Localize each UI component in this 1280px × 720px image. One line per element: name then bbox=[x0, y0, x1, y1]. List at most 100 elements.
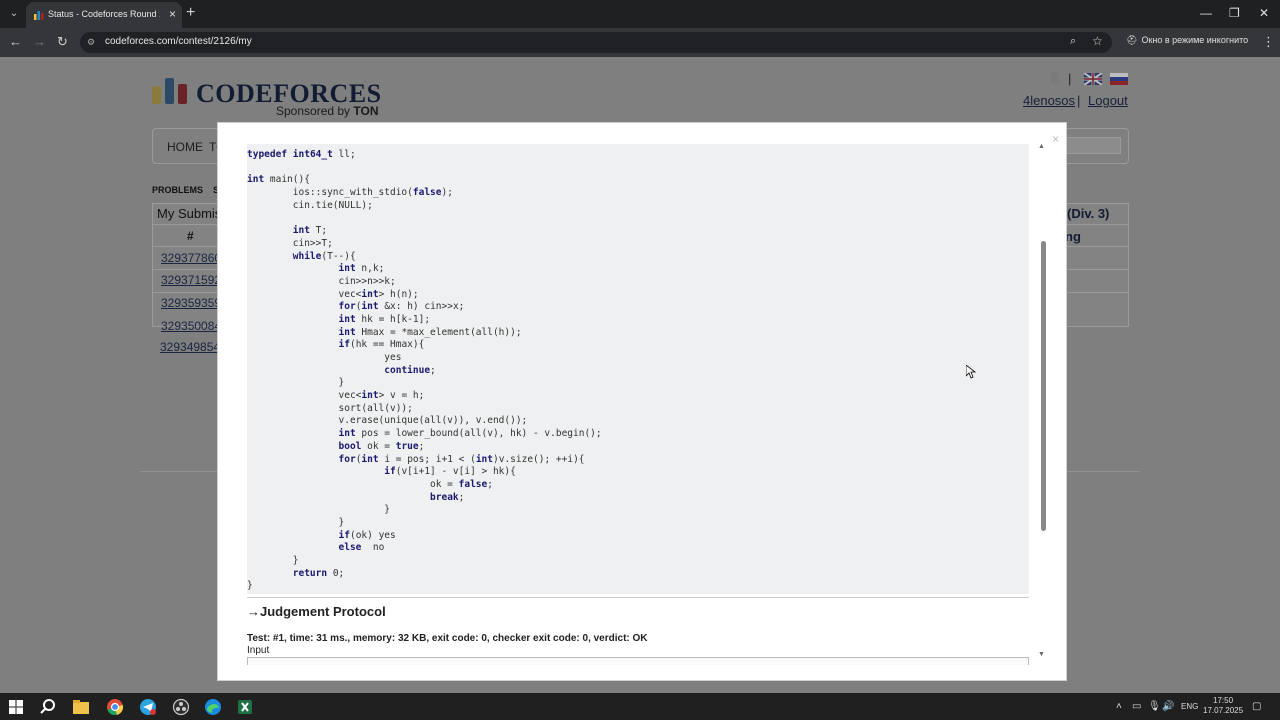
submission-id-link[interactable]: 329359359 bbox=[161, 296, 221, 310]
code-line: for(int &x: h) cin>>x; bbox=[247, 301, 602, 314]
url-text[interactable]: codeforces.com/contest/2126/my bbox=[105, 36, 252, 47]
code-line: } bbox=[247, 555, 602, 568]
menu-home[interactable]: HOME bbox=[167, 140, 203, 154]
code-token: ; bbox=[458, 491, 465, 503]
submission-id-link[interactable]: 329371592 bbox=[161, 273, 221, 287]
username-link[interactable]: 4lenosos bbox=[1023, 93, 1075, 108]
clock-date: 17.07.2025 bbox=[1203, 706, 1244, 715]
notifications-icon[interactable]: ▢ bbox=[1252, 701, 1261, 712]
forward-arrow-icon[interactable]: → bbox=[33, 34, 46, 49]
russian-flag-icon[interactable] bbox=[1110, 73, 1128, 85]
submission-id-link[interactable]: 329350084 bbox=[161, 319, 221, 333]
tab-title: Status - Codeforces Round 103 bbox=[48, 9, 160, 19]
address-bar[interactable]: ⚙ codeforces.com/contest/2126/my ⌕ ☆ bbox=[80, 32, 1112, 53]
code-line: continue; bbox=[247, 365, 602, 378]
code-token: yes bbox=[247, 352, 402, 363]
zoom-magnifier-icon[interactable]: ⌕ bbox=[1070, 35, 1076, 48]
judgement-protocol-toggle[interactable]: →Judgement Protocol bbox=[247, 604, 386, 619]
code-line: int Hmax = *max_element(all(h)); bbox=[247, 327, 602, 340]
excel-icon[interactable] bbox=[235, 697, 255, 717]
incognito-indicator[interactable]: ⛑ Окно в режиме инкогнито bbox=[1126, 35, 1248, 46]
tray-chevron-icon[interactable]: ˄ bbox=[1116, 701, 1122, 712]
code-line: else no bbox=[247, 542, 602, 555]
browser-tab-active[interactable]: Status - Codeforces Round 103 × bbox=[26, 2, 182, 28]
code-token: int bbox=[361, 390, 379, 402]
tray-app-icon[interactable]: ▭ bbox=[1132, 701, 1141, 712]
code-line: int n,k; bbox=[247, 263, 602, 276]
code-token: int bbox=[338, 326, 356, 338]
input-label: Input bbox=[247, 645, 270, 656]
submission-id-link[interactable]: 329349854 bbox=[160, 340, 220, 354]
telegram-icon[interactable] bbox=[138, 697, 158, 717]
code-token: } bbox=[247, 580, 253, 592]
search-icon[interactable] bbox=[38, 697, 58, 717]
windows-start-icon[interactable] bbox=[6, 697, 26, 717]
code-line: if(hk == Hmax){ bbox=[247, 339, 602, 352]
speaker-icon[interactable]: 🔊 bbox=[1162, 701, 1174, 712]
site-info-icon[interactable]: ⚙ bbox=[87, 37, 95, 48]
code-token: int64_t bbox=[292, 149, 333, 160]
code-token: } bbox=[247, 555, 299, 566]
english-flag-icon[interactable] bbox=[1084, 73, 1102, 85]
tab-close-icon[interactable]: × bbox=[169, 7, 176, 21]
window-close-icon[interactable]: ✕ bbox=[1259, 6, 1269, 20]
submission-id-link[interactable]: 329377860 bbox=[161, 251, 221, 265]
browser-menu-icon[interactable]: ⋮ bbox=[1262, 34, 1275, 50]
submission-source-modal: × typedef int64_t ll; int main(){ ios::s… bbox=[217, 122, 1067, 681]
modal-close-icon[interactable]: × bbox=[1052, 132, 1059, 146]
code-token: } bbox=[247, 516, 345, 528]
submissions-title: My Submis bbox=[157, 206, 222, 221]
scroll-up-arrow-icon[interactable]: ▲ bbox=[1038, 143, 1045, 150]
code-token: for bbox=[338, 301, 356, 313]
code-line: for(int i = pos; i+1 < (int)v.size(); ++… bbox=[247, 454, 602, 467]
bell-icon[interactable] bbox=[1048, 71, 1062, 87]
code-line: cin>>T; bbox=[247, 238, 602, 251]
edge-icon[interactable] bbox=[203, 697, 223, 717]
chrome-icon[interactable] bbox=[105, 697, 125, 717]
windows-taskbar: ˄ ▭ 🎙 🔊 ENG 17:50 17.07.2025 ▢ bbox=[0, 693, 1280, 720]
scroll-down-arrow-icon[interactable]: ▼ bbox=[1038, 651, 1045, 658]
code-token: int bbox=[361, 301, 379, 313]
code-token: true bbox=[395, 440, 419, 452]
code-token: } bbox=[247, 504, 390, 516]
code-token: &x: h) cin>>x; bbox=[378, 301, 465, 313]
code-line: vec<int> v = h; bbox=[247, 390, 602, 403]
menu-search-input[interactable] bbox=[1065, 137, 1121, 154]
tab-search-chevron-icon[interactable]: ⌄ bbox=[4, 4, 24, 24]
reload-icon[interactable]: ↻ bbox=[57, 34, 68, 50]
code-token: > h(n); bbox=[378, 288, 419, 300]
code-token: ; bbox=[430, 364, 436, 376]
bookmark-star-icon[interactable]: ☆ bbox=[1092, 34, 1103, 48]
incognito-label: Окно в режиме инкогнито bbox=[1141, 35, 1249, 45]
minimize-icon[interactable]: — bbox=[1200, 6, 1212, 20]
microphone-icon[interactable]: 🎙 bbox=[1148, 701, 1161, 712]
clock[interactable]: 17:50 17.07.2025 bbox=[1203, 696, 1243, 716]
language-indicator[interactable]: ENG bbox=[1181, 702, 1198, 711]
file-explorer-icon[interactable] bbox=[71, 697, 91, 717]
code-line: while(T--){ bbox=[247, 251, 602, 264]
code-token: (hk == Hmax){ bbox=[349, 339, 425, 351]
modal-scrollbar-thumb[interactable] bbox=[1041, 241, 1046, 531]
restore-icon[interactable]: ❐ bbox=[1229, 6, 1240, 20]
code-line: int main(){ bbox=[247, 174, 602, 187]
code-line: return 0; bbox=[247, 568, 602, 581]
code-token: 0; bbox=[327, 567, 345, 579]
new-tab-plus-icon[interactable]: + bbox=[186, 4, 195, 22]
codeforces-logo-icon[interactable] bbox=[152, 78, 188, 104]
code-line: ios::sync_with_stdio(false); bbox=[247, 187, 602, 200]
logout-link[interactable]: Logout bbox=[1088, 93, 1128, 108]
code-token: ll; bbox=[332, 149, 356, 160]
subnav-problems[interactable]: PROBLEMS bbox=[152, 185, 203, 195]
back-arrow-icon[interactable]: ← bbox=[9, 34, 22, 49]
obs-icon[interactable] bbox=[171, 697, 191, 717]
code-token: v.erase(unique(all(v)), v.end()); bbox=[247, 415, 528, 427]
code-token: vec< bbox=[247, 390, 362, 402]
code-token: while bbox=[292, 250, 322, 262]
code-line: int hk = h[k-1]; bbox=[247, 314, 602, 327]
